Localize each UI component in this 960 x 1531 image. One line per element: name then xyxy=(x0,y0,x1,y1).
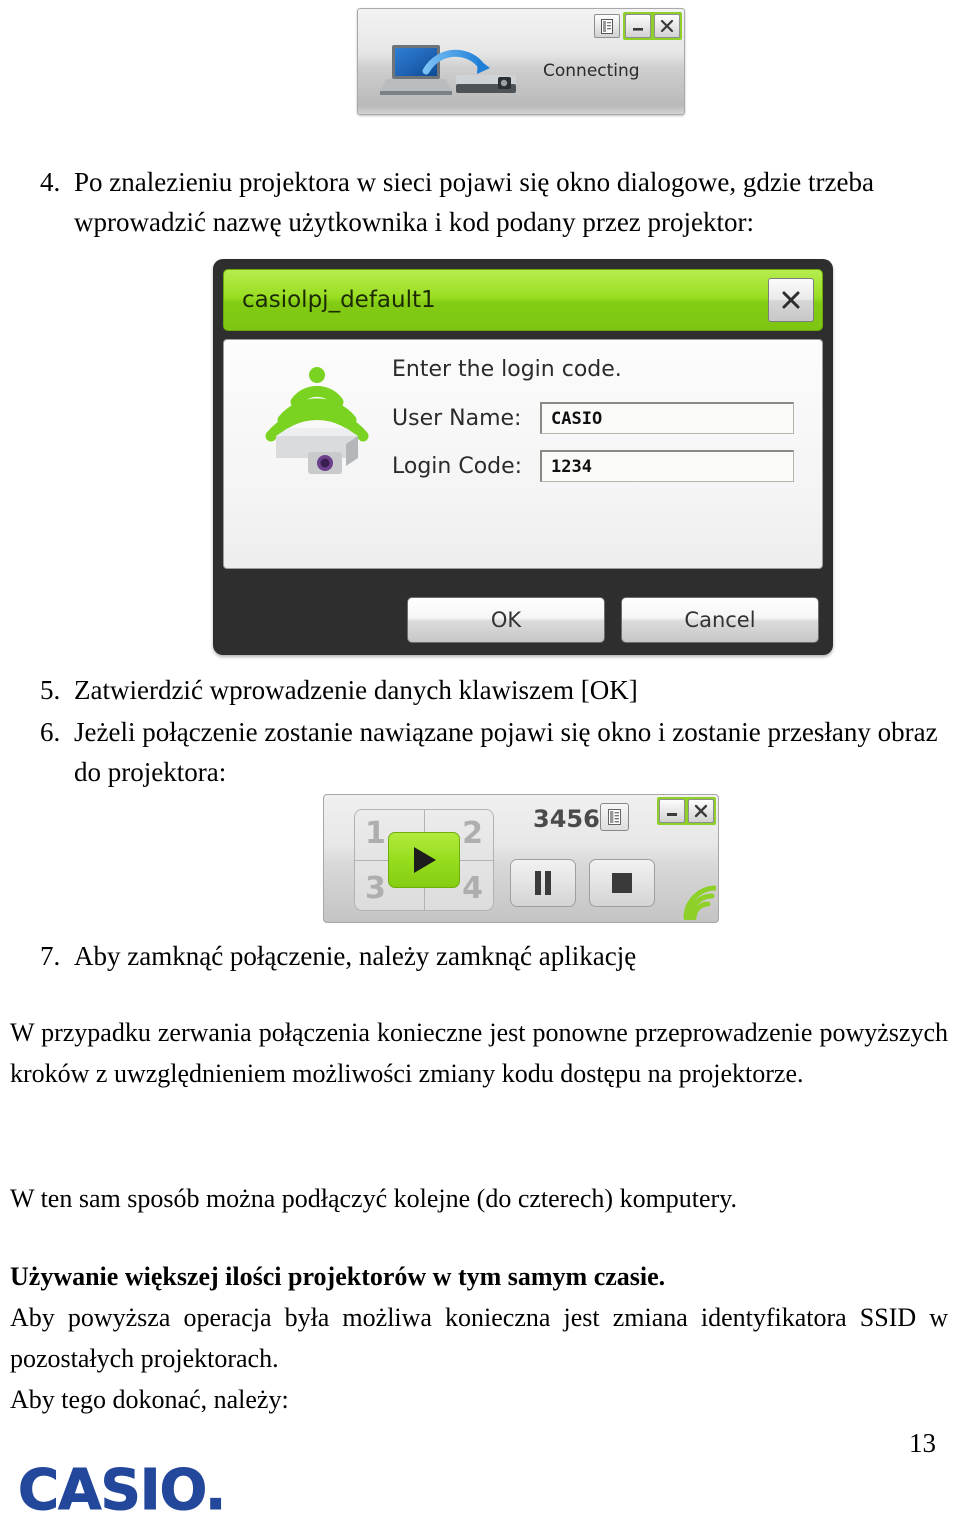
minimize-icon[interactable] xyxy=(659,799,685,823)
connecting-window: Connecting xyxy=(357,8,685,115)
login-dialog-body: Enter the login code. User Name: CASIO L… xyxy=(223,339,823,569)
login-code-label: Login Code: xyxy=(392,453,523,479)
document-page: Connecting 4. Po znalezieniu projektora … xyxy=(0,0,960,1531)
page-number: 13 xyxy=(909,1428,936,1458)
login-dialog: casiolpj_default1 Enter the login code. … xyxy=(213,259,833,655)
close-icon[interactable] xyxy=(768,278,814,322)
paragraph-ssid: Aby powyższa operacja była możliwa konie… xyxy=(10,1303,948,1373)
step-7-number: 7. xyxy=(40,941,61,971)
user-name-row: User Name: CASIO xyxy=(392,402,794,434)
playback-window: 1 2 3 4 3456 xyxy=(323,794,719,923)
casio-logo-dot: . xyxy=(204,1458,226,1523)
playback-controls-green-group xyxy=(657,797,716,825)
step-7-text: Aby zamknąć połączenie, należy zamknąć a… xyxy=(74,941,637,971)
login-code-field[interactable]: 1234 xyxy=(540,450,794,482)
login-prompt: Enter the login code. xyxy=(392,357,622,382)
pause-button[interactable] xyxy=(510,859,576,907)
list-icon[interactable] xyxy=(594,14,620,38)
wifi-signal-icon xyxy=(672,880,716,920)
login-code-row: Login Code: 1234 xyxy=(392,450,794,482)
step-7: 7. Aby zamknąć połączenie, należy zamkną… xyxy=(32,936,938,976)
quadrant-3-label: 3 xyxy=(365,871,386,906)
user-name-field[interactable]: CASIO xyxy=(540,402,794,434)
list-icon[interactable] xyxy=(600,803,629,831)
casio-logo-text: CASIO xyxy=(18,1458,207,1523)
step-6-text: Jeżeli połączenie zostanie nawiązane poj… xyxy=(74,717,938,787)
session-code: 3456 xyxy=(533,805,600,833)
window-controls-green-group xyxy=(623,12,682,40)
close-icon[interactable] xyxy=(654,14,680,38)
paragraph-howto: Aby tego dokonać, należy: xyxy=(10,1385,289,1414)
paragraph-more-computers: W ten sam sposób można podłączyć kolejne… xyxy=(10,1184,738,1213)
quadrant-selector[interactable]: 1 2 3 4 xyxy=(354,809,494,911)
connecting-status-label: Connecting xyxy=(543,61,640,81)
quadrant-2-label: 2 xyxy=(462,816,483,851)
step-6: 6. Jeżeli połączenie zostanie nawiązane … xyxy=(32,712,938,792)
play-icon xyxy=(414,847,436,873)
paragraph-reconnect: W przypadku zerwania połączenia konieczn… xyxy=(10,1018,948,1088)
stop-icon xyxy=(612,873,632,893)
pause-icon xyxy=(535,871,551,895)
step-4: 4. Po znalezieniu projektora w sieci poj… xyxy=(32,162,938,242)
stop-button[interactable] xyxy=(589,859,655,907)
step-4-number: 4. xyxy=(40,167,61,197)
close-icon[interactable] xyxy=(688,799,714,823)
cancel-button[interactable]: Cancel xyxy=(621,597,819,643)
ok-button[interactable]: OK xyxy=(407,597,605,643)
step-5-number: 5. xyxy=(40,675,61,705)
step-4-text: Po znalezieniu projektora w sieci pojawi… xyxy=(74,167,874,237)
minimize-icon[interactable] xyxy=(625,14,651,38)
step-5: 5. Zatwierdzić wprowadzenie danych klawi… xyxy=(32,670,938,710)
projector-wifi-icon xyxy=(262,362,372,477)
step-6-number: 6. xyxy=(40,717,61,747)
login-dialog-title: casiolpj_default1 xyxy=(242,287,436,313)
user-name-label: User Name: xyxy=(392,405,522,431)
playback-window-controls xyxy=(657,797,716,825)
laptop-to-projector-icon xyxy=(378,41,528,103)
connecting-window-controls xyxy=(594,11,682,41)
login-dialog-titlebar: casiolpj_default1 xyxy=(223,269,823,331)
step-5-text: Zatwierdzić wprowadzenie danych klawisze… xyxy=(74,675,638,705)
heading-multiple-projectors: Używanie większej ilości projektorów w t… xyxy=(10,1262,666,1291)
casio-logo: CASIO. xyxy=(18,1461,278,1520)
login-dialog-buttons: OK Cancel xyxy=(223,597,823,643)
quadrant-4-label: 4 xyxy=(462,871,483,906)
quadrant-1-label: 1 xyxy=(365,816,386,851)
play-button[interactable] xyxy=(388,832,460,888)
